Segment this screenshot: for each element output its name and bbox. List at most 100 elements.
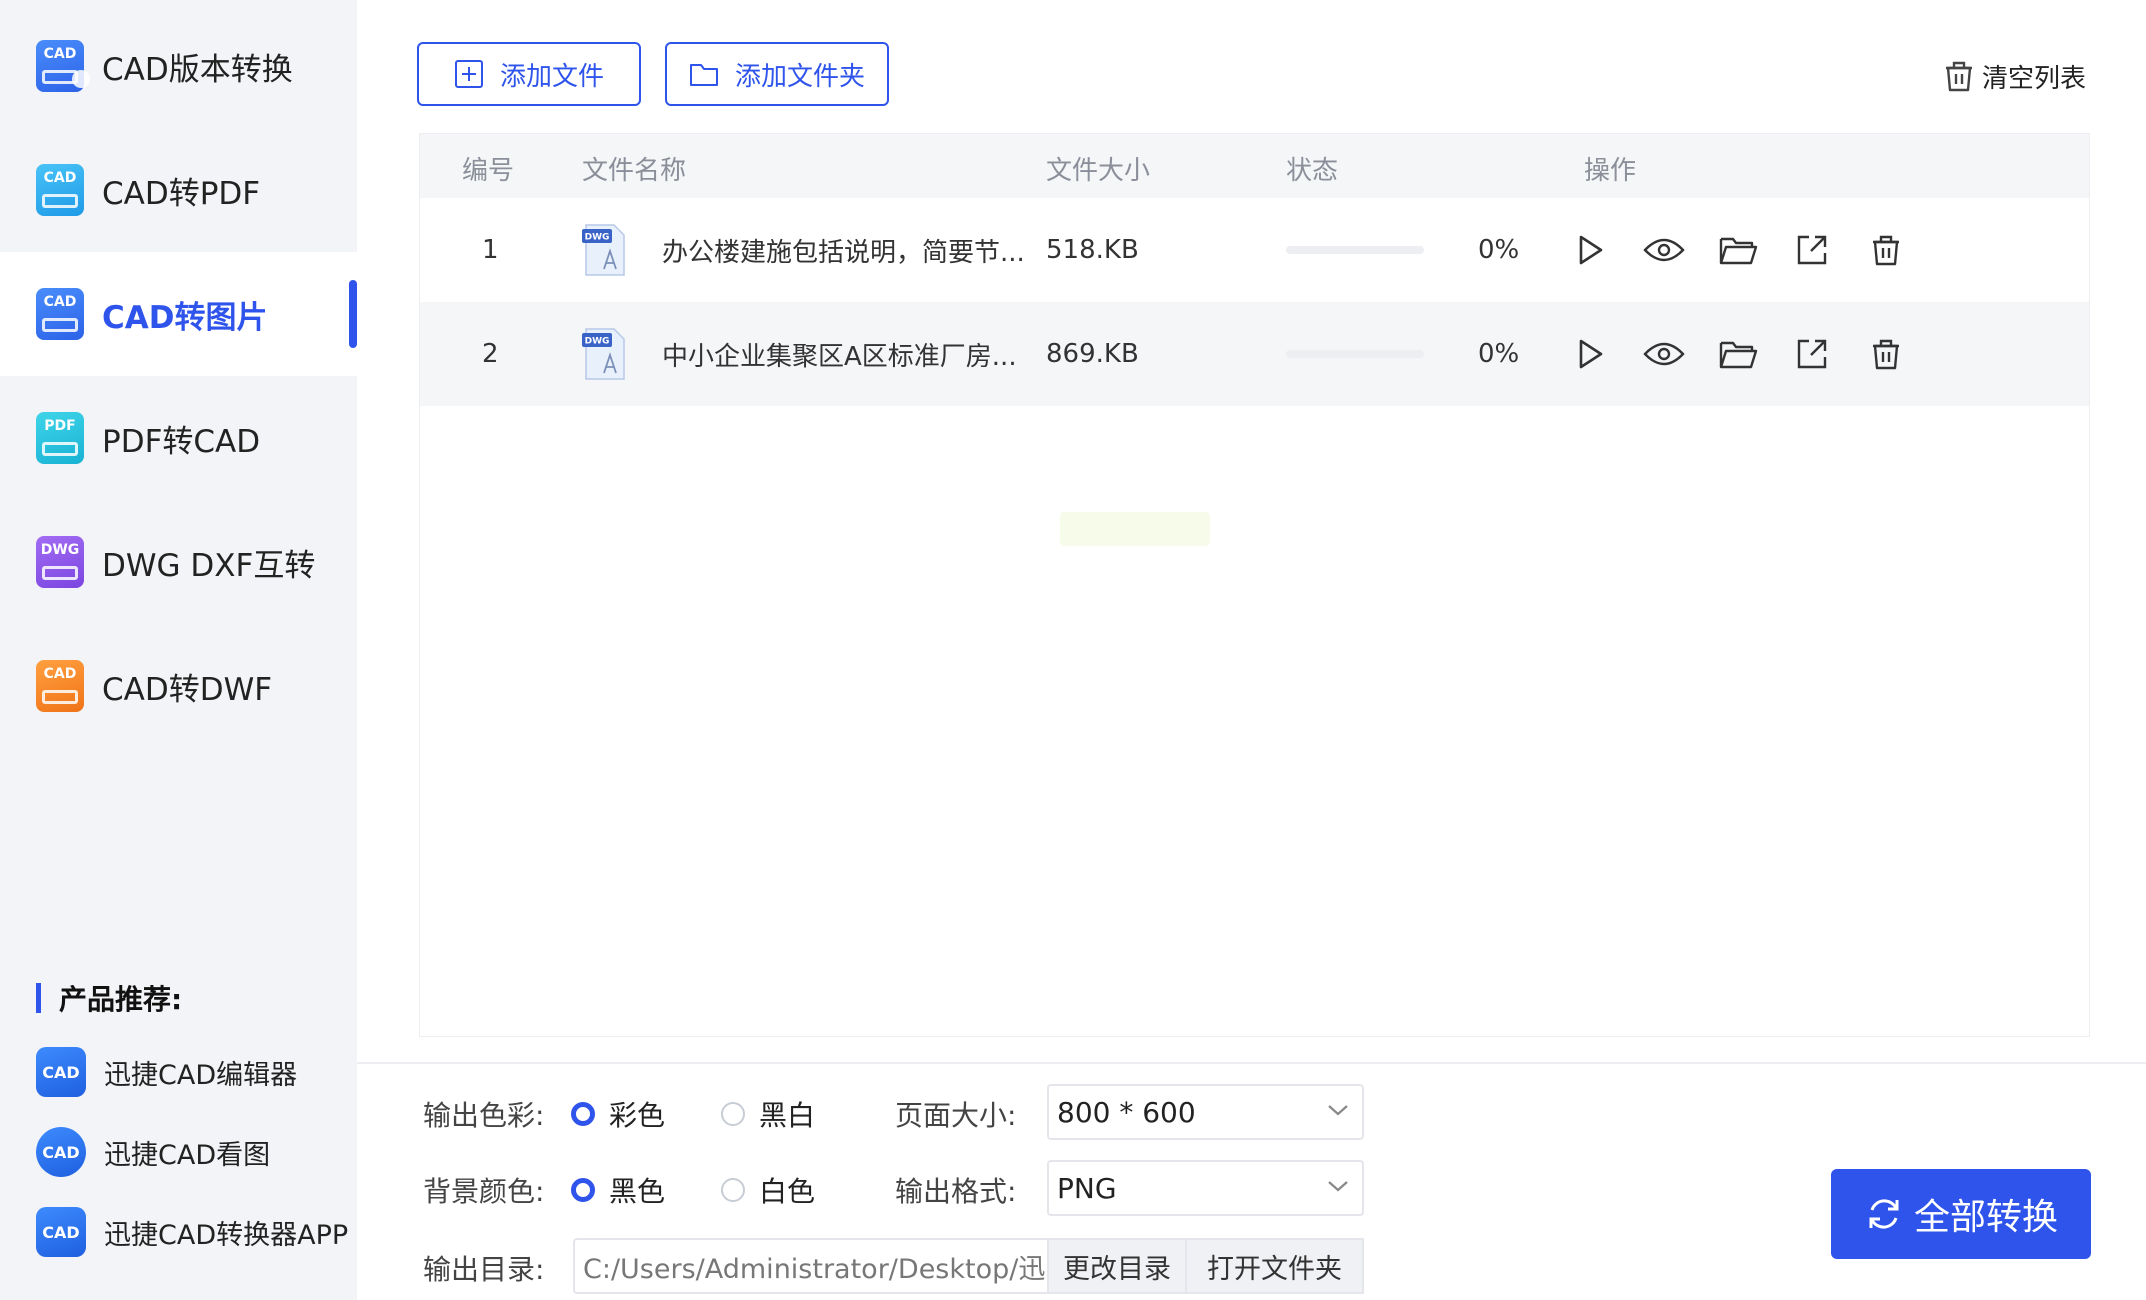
row-progress-bar bbox=[1286, 198, 1424, 302]
col-header-actions: 操作 bbox=[1584, 156, 1637, 186]
add-folder-button[interactable]: 添加文件夹 bbox=[665, 42, 889, 106]
table-row[interactable]: 2 DWG 中小企业集聚区A区标准厂房... 869.KB 0% bbox=[420, 302, 2089, 406]
page-size-value: 800 * 600 bbox=[1057, 1095, 1196, 1129]
recommend-item-cad-editor[interactable]: CAD 迅捷CAD编辑器 bbox=[36, 1044, 297, 1100]
radio-bg-black[interactable]: 黑色 bbox=[571, 1170, 665, 1210]
sidebar-item-cad-to-image[interactable]: CAD CAD转图片 bbox=[0, 252, 357, 376]
output-dir-label: 输出目录: bbox=[423, 1253, 545, 1286]
settings-panel: 输出色彩: 彩色 黑白 页面大小: 800 * 600 背景颜色: 黑色 白色 … bbox=[357, 1062, 2146, 1300]
recommend-item-label: 迅捷CAD看图 bbox=[104, 1139, 271, 1171]
radio-dot bbox=[721, 1178, 745, 1202]
radio-dot bbox=[571, 1178, 595, 1202]
radio-label: 黑白 bbox=[759, 1099, 816, 1132]
plus-square-icon bbox=[454, 60, 483, 88]
bg-color-label: 背景颜色: bbox=[423, 1175, 545, 1208]
folder-open-icon bbox=[1719, 341, 1758, 369]
page-size-label: 页面大小: bbox=[895, 1099, 1017, 1132]
convert-all-label: 全部转换 bbox=[1913, 1197, 2058, 1238]
file-icon-text: DWG bbox=[585, 337, 610, 347]
recommend-item-cad-viewer[interactable]: CAD 迅捷CAD看图 bbox=[36, 1124, 270, 1180]
icon-text: CAD bbox=[43, 46, 77, 62]
radio-bw[interactable]: 黑白 bbox=[721, 1094, 815, 1134]
output-color-label: 输出色彩: bbox=[423, 1099, 545, 1132]
sidebar-item-cad-to-dwf[interactable]: CAD CAD转DWF bbox=[0, 624, 357, 748]
cad-version-icon: CAD bbox=[36, 40, 90, 92]
radio-dot bbox=[571, 1102, 595, 1126]
refresh-icon bbox=[1869, 1199, 1899, 1229]
clear-list-button[interactable]: 清空列表 bbox=[1944, 56, 2086, 96]
external-link-icon bbox=[1797, 339, 1827, 369]
chevron-down-icon bbox=[1328, 1181, 1348, 1192]
change-dir-button[interactable]: 更改目录 bbox=[1047, 1238, 1187, 1294]
play-icon bbox=[1579, 339, 1603, 369]
radio-label: 彩色 bbox=[609, 1099, 666, 1132]
cad-to-image-icon: CAD bbox=[36, 288, 84, 340]
sidebar-item-pdf-to-cad[interactable]: PDF PDF转CAD bbox=[0, 376, 357, 500]
radio-dot bbox=[721, 1102, 745, 1126]
trash-icon bbox=[1873, 339, 1899, 370]
sidebar: CAD CAD版本转换 CAD CAD转PDF CAD CAD转图片 PDF P… bbox=[0, 0, 357, 1300]
main-panel: 添加文件 添加文件夹 清空列表 编号 文件名称 文件大小 状态 操作 1 DWG… bbox=[357, 0, 2146, 1062]
row-filesize: 518.KB bbox=[1046, 235, 1139, 265]
open-folder-button[interactable]: 打开文件夹 bbox=[1187, 1238, 1364, 1294]
row-filename: 办公楼建施包括说明，简要节... bbox=[662, 237, 1025, 268]
col-header-name: 文件名称 bbox=[582, 156, 687, 186]
delete-button[interactable] bbox=[1836, 220, 1936, 280]
sidebar-item-label: CAD版本转换 bbox=[102, 51, 293, 88]
radio-label: 黑色 bbox=[609, 1175, 666, 1208]
pdf-to-cad-icon: PDF bbox=[36, 412, 84, 464]
sidebar-item-label: CAD转PDF bbox=[102, 175, 261, 212]
add-folder-label: 添加文件夹 bbox=[734, 61, 865, 92]
row-index: 2 bbox=[482, 339, 499, 369]
cad-editor-icon: CAD bbox=[36, 1047, 86, 1097]
sidebar-item-dwg-dxf[interactable]: DWG DWG DXF互转 bbox=[0, 500, 357, 624]
icon-text: CAD bbox=[43, 666, 77, 682]
clear-list-label: 清空列表 bbox=[1981, 63, 2086, 94]
sidebar-item-label: CAD转DWF bbox=[102, 671, 273, 708]
page-size-select[interactable]: 800 * 600 bbox=[1047, 1084, 1364, 1140]
output-format-value: PNG bbox=[1057, 1171, 1117, 1205]
eye-icon bbox=[1643, 342, 1685, 366]
recommend-title: 产品推荐: bbox=[36, 980, 182, 1016]
col-header-size: 文件大小 bbox=[1046, 156, 1151, 186]
faint-watermark bbox=[1060, 512, 1210, 546]
file-table: 编号 文件名称 文件大小 状态 操作 1 DWG 办公楼建施包括说明，简要节..… bbox=[419, 133, 2090, 1037]
trash-icon bbox=[1945, 61, 1972, 92]
dwg-dxf-icon: DWG bbox=[36, 536, 84, 588]
eye-icon bbox=[1643, 238, 1685, 262]
table-row[interactable]: 1 DWG 办公楼建施包括说明，简要节... 518.KB 0% bbox=[420, 198, 2089, 302]
play-icon bbox=[1579, 235, 1603, 265]
table-header: 编号 文件名称 文件大小 状态 操作 bbox=[420, 134, 2089, 198]
folder-icon bbox=[689, 64, 718, 86]
radio-color[interactable]: 彩色 bbox=[571, 1094, 665, 1134]
sidebar-item-cad-version[interactable]: CAD CAD版本转换 bbox=[0, 4, 357, 128]
output-format-label: 输出格式: bbox=[895, 1175, 1017, 1208]
sidebar-item-cad-to-pdf[interactable]: CAD CAD转PDF bbox=[0, 128, 357, 252]
row-filesize: 869.KB bbox=[1046, 339, 1139, 369]
chevron-down-icon bbox=[1328, 1105, 1348, 1116]
add-file-label: 添加文件 bbox=[499, 61, 604, 92]
cad-converter-app-icon: CAD bbox=[36, 1207, 86, 1257]
sidebar-item-label: DWG DXF互转 bbox=[102, 547, 316, 584]
row-index: 1 bbox=[482, 235, 499, 265]
add-file-button[interactable]: 添加文件 bbox=[417, 42, 641, 106]
output-format-select[interactable]: PNG bbox=[1047, 1160, 1364, 1216]
icon-text: DWG bbox=[40, 542, 80, 558]
row-filename: 中小企业集聚区A区标准厂房... bbox=[662, 341, 1017, 372]
cad-viewer-icon: CAD bbox=[36, 1127, 86, 1177]
external-link-icon bbox=[1797, 235, 1827, 265]
recommend-item-cad-converter-app[interactable]: CAD 迅捷CAD转换器APP bbox=[36, 1204, 348, 1260]
icon-text: PDF bbox=[44, 418, 76, 434]
output-dir-field[interactable]: C:/Users/Administrator/Desktop/迅... bbox=[573, 1238, 1047, 1294]
col-header-index: 编号 bbox=[462, 156, 515, 186]
radio-bg-white[interactable]: 白色 bbox=[721, 1170, 815, 1210]
delete-button[interactable] bbox=[1836, 324, 1936, 384]
dwg-file-icon: DWG bbox=[582, 224, 625, 276]
sidebar-item-label: PDF转CAD bbox=[102, 423, 261, 460]
icon-text: CAD bbox=[43, 294, 77, 310]
row-progress-bar bbox=[1286, 302, 1424, 406]
cad-to-pdf-icon: CAD bbox=[36, 164, 84, 216]
convert-all-button[interactable]: 全部转换 bbox=[1831, 1169, 2091, 1259]
recommend-item-label: 迅捷CAD转换器APP bbox=[104, 1219, 349, 1251]
sidebar-item-label: CAD转图片 bbox=[102, 299, 268, 336]
